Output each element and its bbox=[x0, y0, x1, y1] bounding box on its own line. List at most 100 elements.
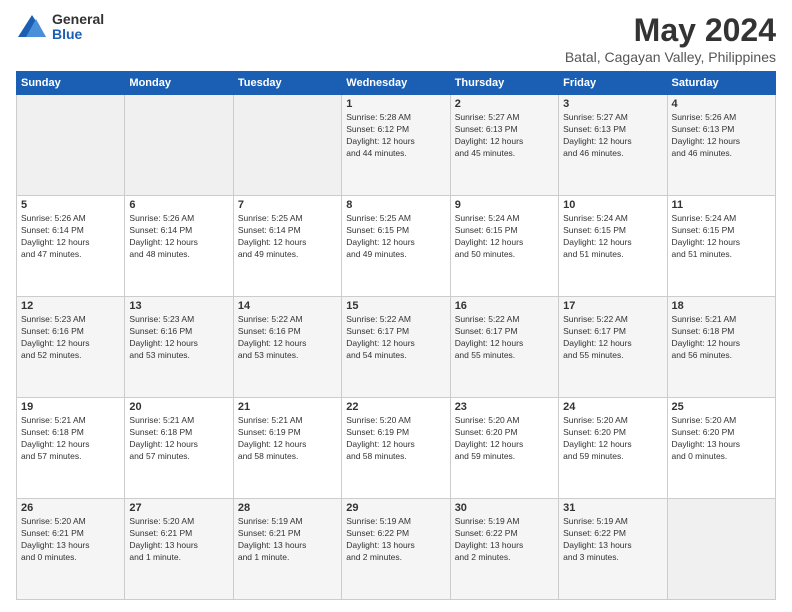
table-row: 16Sunrise: 5:22 AM Sunset: 6:17 PM Dayli… bbox=[450, 297, 558, 398]
header-wednesday: Wednesday bbox=[342, 72, 450, 95]
cell-info-text: Sunrise: 5:20 AM Sunset: 6:19 PM Dayligh… bbox=[346, 415, 445, 463]
cell-info-text: Sunrise: 5:23 AM Sunset: 6:16 PM Dayligh… bbox=[129, 314, 228, 362]
cell-day-number: 23 bbox=[455, 401, 554, 413]
cell-day-number: 8 bbox=[346, 199, 445, 211]
cell-info-text: Sunrise: 5:20 AM Sunset: 6:21 PM Dayligh… bbox=[21, 516, 120, 564]
cell-info-text: Sunrise: 5:20 AM Sunset: 6:20 PM Dayligh… bbox=[672, 415, 771, 463]
cell-day-number: 2 bbox=[455, 98, 554, 110]
cell-day-number: 14 bbox=[238, 300, 337, 312]
cell-info-text: Sunrise: 5:19 AM Sunset: 6:22 PM Dayligh… bbox=[563, 516, 662, 564]
header-sunday: Sunday bbox=[17, 72, 125, 95]
cell-info-text: Sunrise: 5:22 AM Sunset: 6:16 PM Dayligh… bbox=[238, 314, 337, 362]
table-row: 31 Sunrise: 5:19 AM Sunset: 6:22 PM Dayli… bbox=[559, 499, 667, 600]
cell-day-number: 15 bbox=[346, 300, 445, 312]
table-row: 15 Sunrise: 5:22 AM Sunset: 6:17 PM Dayli… bbox=[342, 297, 450, 398]
cell-day-number: 19 bbox=[21, 401, 120, 413]
table-row: 3Sunrise: 5:27 AM Sunset: 6:13 PM Daylig… bbox=[559, 95, 667, 196]
cell-info-text: Sunrise: 5:21 AM Sunset: 6:18 PM Dayligh… bbox=[21, 415, 120, 463]
header-row: Sunday Monday Tuesday Wednesday Thursday… bbox=[17, 72, 776, 95]
cell-day-number: 30 bbox=[455, 502, 554, 514]
header-tuesday: Tuesday bbox=[233, 72, 341, 95]
page: General Blue May 2024 Batal, Cagayan Val… bbox=[0, 0, 792, 612]
cell-info-text: Sunrise: 5:26 AM Sunset: 6:13 PM Dayligh… bbox=[672, 112, 771, 160]
logo: General Blue bbox=[16, 12, 104, 43]
cell-info-text: Sunrise: 5:22 AM Sunset: 6:17 PM Dayligh… bbox=[346, 314, 445, 362]
table-row: 5 Sunrise: 5:26 AM Sunset: 6:14 PM Daylig… bbox=[17, 196, 125, 297]
table-row: 7 Sunrise: 5:25 AM Sunset: 6:14 PM Daylig… bbox=[233, 196, 341, 297]
cell-info-text: Sunrise: 5:19 AM Sunset: 6:22 PM Dayligh… bbox=[346, 516, 445, 564]
calendar-week-2: 12 Sunrise: 5:23 AM Sunset: 6:16 PM Dayli… bbox=[17, 297, 776, 398]
cell-day-number: 16 bbox=[455, 300, 554, 312]
calendar-week-0: 1 Sunrise: 5:28 AM Sunset: 6:12 PM Daylig… bbox=[17, 95, 776, 196]
cell-day-number: 17 bbox=[563, 300, 662, 312]
cell-day-number: 5 bbox=[21, 199, 120, 211]
cell-day-number: 21 bbox=[238, 401, 337, 413]
calendar-body: 1 Sunrise: 5:28 AM Sunset: 6:12 PM Daylig… bbox=[17, 95, 776, 600]
table-row: 13 Sunrise: 5:23 AM Sunset: 6:16 PM Dayli… bbox=[125, 297, 233, 398]
logo-blue-label: Blue bbox=[52, 27, 104, 42]
table-row bbox=[125, 95, 233, 196]
calendar-week-3: 19 Sunrise: 5:21 AM Sunset: 6:18 PM Dayli… bbox=[17, 398, 776, 499]
cell-info-text: Sunrise: 5:24 AM Sunset: 6:15 PM Dayligh… bbox=[563, 213, 662, 261]
table-row: 27Sunrise: 5:20 AM Sunset: 6:21 PM Dayli… bbox=[125, 499, 233, 600]
header-monday: Monday bbox=[125, 72, 233, 95]
cell-info-text: Sunrise: 5:19 AM Sunset: 6:22 PM Dayligh… bbox=[455, 516, 554, 564]
logo-icon bbox=[16, 13, 48, 41]
cell-day-number: 4 bbox=[672, 98, 771, 110]
cell-day-number: 31 bbox=[563, 502, 662, 514]
table-row: 29 Sunrise: 5:19 AM Sunset: 6:22 PM Dayli… bbox=[342, 499, 450, 600]
cell-day-number: 6 bbox=[129, 199, 228, 211]
cell-info-text: Sunrise: 5:20 AM Sunset: 6:20 PM Dayligh… bbox=[455, 415, 554, 463]
cell-info-text: Sunrise: 5:27 AM Sunset: 6:13 PM Dayligh… bbox=[455, 112, 554, 160]
cell-day-number: 29 bbox=[346, 502, 445, 514]
table-row: 8Sunrise: 5:25 AM Sunset: 6:15 PM Daylig… bbox=[342, 196, 450, 297]
cell-day-number: 26 bbox=[21, 502, 120, 514]
cell-day-number: 13 bbox=[129, 300, 228, 312]
table-row: 23 Sunrise: 5:20 AM Sunset: 6:20 PM Dayli… bbox=[450, 398, 558, 499]
cell-info-text: Sunrise: 5:19 AM Sunset: 6:21 PM Dayligh… bbox=[238, 516, 337, 564]
cell-info-text: Sunrise: 5:21 AM Sunset: 6:18 PM Dayligh… bbox=[129, 415, 228, 463]
table-row: 4 Sunrise: 5:26 AM Sunset: 6:13 PM Daylig… bbox=[667, 95, 775, 196]
cell-day-number: 11 bbox=[672, 199, 771, 211]
cell-day-number: 12 bbox=[21, 300, 120, 312]
table-row: 2 Sunrise: 5:27 AM Sunset: 6:13 PM Daylig… bbox=[450, 95, 558, 196]
cell-info-text: Sunrise: 5:28 AM Sunset: 6:12 PM Dayligh… bbox=[346, 112, 445, 160]
subtitle: Batal, Cagayan Valley, Philippines bbox=[565, 49, 776, 65]
table-row bbox=[667, 499, 775, 600]
table-row: 20 Sunrise: 5:21 AM Sunset: 6:18 PM Dayli… bbox=[125, 398, 233, 499]
header-saturday: Saturday bbox=[667, 72, 775, 95]
cell-day-number: 3 bbox=[563, 98, 662, 110]
cell-day-number: 18 bbox=[672, 300, 771, 312]
table-row: 10Sunrise: 5:24 AM Sunset: 6:15 PM Dayli… bbox=[559, 196, 667, 297]
cell-info-text: Sunrise: 5:20 AM Sunset: 6:20 PM Dayligh… bbox=[563, 415, 662, 463]
main-title: May 2024 bbox=[565, 12, 776, 49]
calendar-table: Sunday Monday Tuesday Wednesday Thursday… bbox=[16, 71, 776, 600]
title-block: May 2024 Batal, Cagayan Valley, Philippi… bbox=[565, 12, 776, 65]
table-row: 26 Sunrise: 5:20 AM Sunset: 6:21 PM Dayli… bbox=[17, 499, 125, 600]
header-friday: Friday bbox=[559, 72, 667, 95]
cell-info-text: Sunrise: 5:24 AM Sunset: 6:15 PM Dayligh… bbox=[672, 213, 771, 261]
table-row: 12Sunrise: 5:23 AM Sunset: 6:16 PM Dayli… bbox=[17, 297, 125, 398]
table-row: 30 Sunrise: 5:19 AM Sunset: 6:22 PM Dayli… bbox=[450, 499, 558, 600]
header-thursday: Thursday bbox=[450, 72, 558, 95]
cell-day-number: 24 bbox=[563, 401, 662, 413]
table-row: 1 Sunrise: 5:28 AM Sunset: 6:12 PM Daylig… bbox=[342, 95, 450, 196]
cell-day-number: 28 bbox=[238, 502, 337, 514]
cell-day-number: 1 bbox=[346, 98, 445, 110]
cell-info-text: Sunrise: 5:25 AM Sunset: 6:14 PM Dayligh… bbox=[238, 213, 337, 261]
table-row: 22 Sunrise: 5:20 AM Sunset: 6:19 PM Dayli… bbox=[342, 398, 450, 499]
cell-day-number: 22 bbox=[346, 401, 445, 413]
cell-info-text: Sunrise: 5:26 AM Sunset: 6:14 PM Dayligh… bbox=[21, 213, 120, 261]
cell-info-text: Sunrise: 5:21 AM Sunset: 6:18 PM Dayligh… bbox=[672, 314, 771, 362]
cell-day-number: 20 bbox=[129, 401, 228, 413]
table-row: 24 Sunrise: 5:20 AM Sunset: 6:20 PM Dayli… bbox=[559, 398, 667, 499]
table-row: 25Sunrise: 5:20 AM Sunset: 6:20 PM Dayli… bbox=[667, 398, 775, 499]
cell-day-number: 27 bbox=[129, 502, 228, 514]
table-row: 18 Sunrise: 5:21 AM Sunset: 6:18 PM Dayli… bbox=[667, 297, 775, 398]
cell-day-number: 7 bbox=[238, 199, 337, 211]
cell-info-text: Sunrise: 5:26 AM Sunset: 6:14 PM Dayligh… bbox=[129, 213, 228, 261]
table-row: 11 Sunrise: 5:24 AM Sunset: 6:15 PM Dayli… bbox=[667, 196, 775, 297]
table-row bbox=[17, 95, 125, 196]
table-row: 9Sunrise: 5:24 AM Sunset: 6:15 PM Daylig… bbox=[450, 196, 558, 297]
cell-day-number: 9 bbox=[455, 199, 554, 211]
